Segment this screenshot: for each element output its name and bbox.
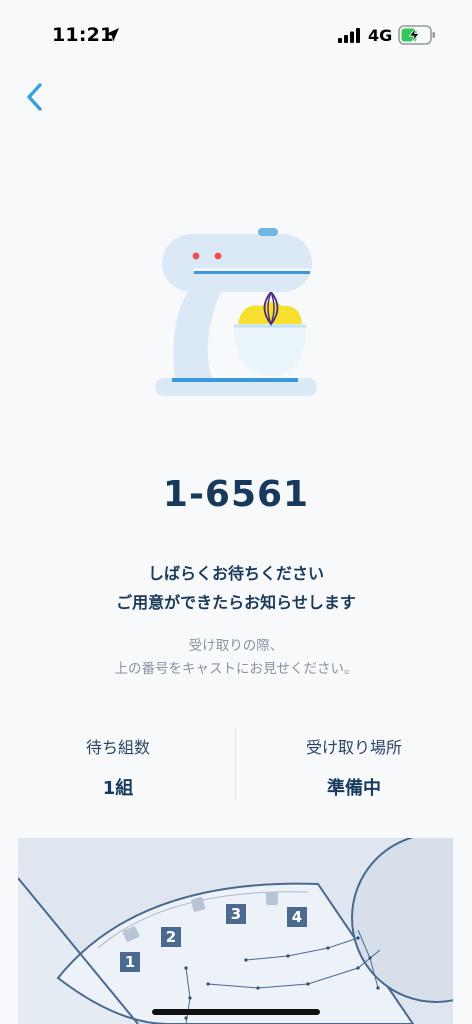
pickup-note-line2: 上の番号をキャストにお見せください。 [114, 661, 358, 677]
battery-charging-icon [398, 25, 435, 45]
waiting-groups-section: 待ち組数 1組 [0, 730, 236, 800]
wait-message-line2: ご用意ができたらお知らせします [116, 593, 356, 612]
map-marker-4[interactable]: 4 [285, 905, 309, 929]
back-button[interactable] [20, 80, 52, 114]
network-type: 4G [368, 26, 393, 45]
map-marker-3[interactable]: 3 [224, 902, 248, 926]
map-background [18, 838, 453, 1024]
map-marker-2[interactable]: 2 [159, 925, 183, 949]
order-number: 1-6561 [162, 474, 310, 515]
location-arrow-icon [105, 28, 119, 42]
pickup-location-section: 受け取り場所 準備中 [236, 730, 472, 800]
pickup-location-value: 準備中 [327, 778, 381, 799]
pickup-note-line1: 受け取りの際、 [188, 638, 284, 654]
home-indicator[interactable] [152, 1009, 320, 1015]
order-status-screen: 11:21 4G 1-6561 しばらくお待ちください ご用意ができたらお知らせ… [0, 0, 472, 1024]
waiting-groups-label: 待ち組数 [85, 738, 150, 757]
wait-message-line1: しばらくお待ちください [147, 564, 324, 583]
status-bar: 11:21 4G [0, 0, 472, 62]
waiting-groups-value: 1組 [102, 778, 134, 799]
stand-mixer-icon [155, 228, 317, 396]
map-marker-1[interactable]: 1 [118, 950, 142, 974]
pickup-location-label: 受け取り場所 [305, 738, 402, 757]
cellular-signal-icon [338, 28, 360, 43]
pickup-map[interactable]: 1 2 3 4 [18, 838, 453, 1024]
